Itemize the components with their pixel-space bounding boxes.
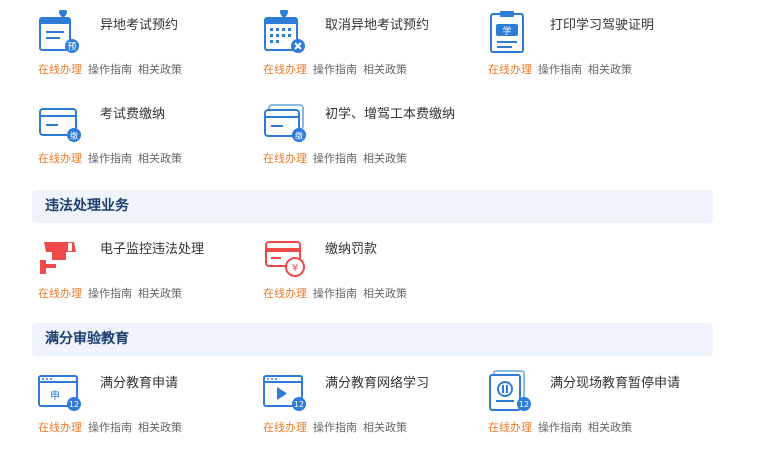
online-handle-link[interactable]: 在线办理	[488, 63, 532, 76]
icon-label-text: 申	[50, 389, 60, 402]
fine-payment-icon[interactable]: ¥	[263, 234, 307, 278]
service-row-1: 预 异地考试预约 在线办理 操作指南 相关政策 取消异地考试预约 在线办理 操作…	[0, 8, 770, 88]
application-window-icon[interactable]: 申 12	[38, 368, 82, 412]
online-handle-link[interactable]: 在线办理	[263, 421, 307, 434]
pause-document-icon[interactable]: 12	[488, 368, 532, 412]
operation-guide-link[interactable]: 操作指南	[538, 421, 582, 434]
online-handle-link[interactable]: 在线办理	[263, 152, 307, 165]
online-handle-link[interactable]: 在线办理	[488, 421, 532, 434]
calendar-cancel-icon[interactable]	[263, 10, 307, 54]
service-license-fee-payment: 缴 初学、增驾工本费缴纳 在线办理 操作指南 相关政策	[263, 97, 488, 177]
service-title[interactable]: 打印学习驾驶证明	[550, 17, 700, 35]
license-print-icon[interactable]: 学	[488, 10, 532, 54]
service-remote-exam-booking: 预 异地考试预约 在线办理 操作指南 相关政策	[38, 8, 263, 88]
service-links: 在线办理 操作指南 相关政策	[38, 151, 188, 167]
related-policy-link[interactable]: 相关政策	[588, 421, 632, 434]
online-handle-link[interactable]: 在线办理	[38, 152, 82, 165]
badge-text: 缴	[70, 131, 78, 141]
service-title[interactable]: 满分教育申请	[100, 375, 250, 393]
service-links: 在线办理 操作指南 相关政策	[38, 62, 188, 78]
operation-guide-link[interactable]: 操作指南	[88, 421, 132, 434]
related-policy-link[interactable]: 相关政策	[138, 287, 182, 300]
service-full-score-online-learning: 12 满分教育网络学习 在线办理 操作指南 相关政策	[263, 366, 488, 446]
badge-text: 12	[519, 400, 529, 409]
online-handle-link[interactable]: 在线办理	[38, 63, 82, 76]
service-links: 在线办理 操作指南 相关政策	[488, 420, 638, 436]
badge-text: 预	[67, 42, 76, 53]
calendar-pin-icon[interactable]: 预	[38, 10, 82, 54]
online-handle-link[interactable]: 在线办理	[38, 287, 82, 300]
service-row-education: 申 12 满分教育申请 在线办理 操作指南 相关政策 12 满分教育网络学习 在线办…	[0, 366, 770, 446]
service-links: 在线办理 操作指南 相关政策	[263, 62, 413, 78]
service-links: 在线办理 操作指南 相关政策	[263, 151, 413, 167]
badge-text: 12	[294, 400, 304, 409]
operation-guide-link[interactable]: 操作指南	[313, 287, 357, 300]
service-cancel-remote-exam-booking: 取消异地考试预约 在线办理 操作指南 相关政策	[263, 8, 488, 88]
service-print-learner-certificate: 学 打印学习驾驶证明 在线办理 操作指南 相关政策	[488, 8, 713, 88]
section-header-violation: 违法处理业务	[32, 190, 713, 223]
service-title[interactable]: 考试费缴纳	[100, 106, 250, 124]
related-policy-link[interactable]: 相关政策	[138, 421, 182, 434]
service-links: 在线办理 操作指南 相关政策	[488, 62, 638, 78]
surveillance-camera-icon[interactable]	[38, 234, 82, 278]
operation-guide-link[interactable]: 操作指南	[538, 63, 582, 76]
payment-cards-icon[interactable]: 缴	[263, 99, 307, 143]
service-row-violation: 电子监控违法处理 在线办理 操作指南 相关政策 ¥ 缴纳罚款 在线办理 操作指南 相关政…	[0, 232, 770, 312]
service-links: 在线办理 操作指南 相关政策	[263, 286, 413, 302]
operation-guide-link[interactable]: 操作指南	[88, 63, 132, 76]
related-policy-link[interactable]: 相关政策	[138, 63, 182, 76]
related-policy-link[interactable]: 相关政策	[363, 287, 407, 300]
related-policy-link[interactable]: 相关政策	[138, 152, 182, 165]
service-title[interactable]: 异地考试预约	[100, 17, 250, 35]
operation-guide-link[interactable]: 操作指南	[88, 152, 132, 165]
service-title[interactable]: 缴纳罚款	[325, 241, 475, 259]
service-links: 在线办理 操作指南 相关政策	[38, 286, 188, 302]
section-title: 违法处理业务	[45, 198, 129, 214]
operation-guide-link[interactable]: 操作指南	[313, 152, 357, 165]
section-title: 满分审验教育	[45, 331, 129, 347]
payment-card-icon[interactable]: 缴	[38, 99, 82, 143]
service-exam-fee-payment: 缴 考试费缴纳 在线办理 操作指南 相关政策	[38, 97, 263, 177]
related-policy-link[interactable]: 相关政策	[363, 152, 407, 165]
related-policy-link[interactable]: 相关政策	[363, 63, 407, 76]
service-links: 在线办理 操作指南 相关政策	[38, 420, 188, 436]
operation-guide-link[interactable]: 操作指南	[313, 63, 357, 76]
operation-guide-link[interactable]: 操作指南	[88, 287, 132, 300]
online-handle-link[interactable]: 在线办理	[38, 421, 82, 434]
online-handle-link[interactable]: 在线办理	[263, 63, 307, 76]
badge-text: ¥	[292, 263, 298, 274]
service-onsite-education-pause-application: 12 满分现场教育暂停申请 在线办理 操作指南 相关政策	[488, 366, 713, 446]
section-header-full-score-education: 满分审验教育	[32, 323, 713, 356]
badge-text: 学	[502, 25, 511, 37]
badge-text: 12	[69, 400, 79, 409]
service-pay-fine: ¥ 缴纳罚款 在线办理 操作指南 相关政策	[263, 232, 488, 312]
service-title[interactable]: 初学、增驾工本费缴纳	[325, 106, 475, 124]
online-handle-link[interactable]: 在线办理	[263, 287, 307, 300]
related-policy-link[interactable]: 相关政策	[588, 63, 632, 76]
badge-text: 缴	[295, 131, 303, 141]
operation-guide-link[interactable]: 操作指南	[313, 421, 357, 434]
service-full-score-education-application: 申 12 满分教育申请 在线办理 操作指南 相关政策	[38, 366, 263, 446]
service-title[interactable]: 取消异地考试预约	[325, 17, 475, 35]
service-title[interactable]: 满分教育网络学习	[325, 375, 475, 393]
service-electronic-monitoring-violation: 电子监控违法处理 在线办理 操作指南 相关政策	[38, 232, 263, 312]
service-row-2: 缴 考试费缴纳 在线办理 操作指南 相关政策 缴 初学、增驾工本费缴纳 在线办理 操作…	[0, 97, 770, 177]
service-title[interactable]: 满分现场教育暂停申请	[550, 375, 700, 393]
related-policy-link[interactable]: 相关政策	[363, 421, 407, 434]
service-title[interactable]: 电子监控违法处理	[100, 241, 250, 259]
service-links: 在线办理 操作指南 相关政策	[263, 420, 413, 436]
video-window-icon[interactable]: 12	[263, 368, 307, 412]
